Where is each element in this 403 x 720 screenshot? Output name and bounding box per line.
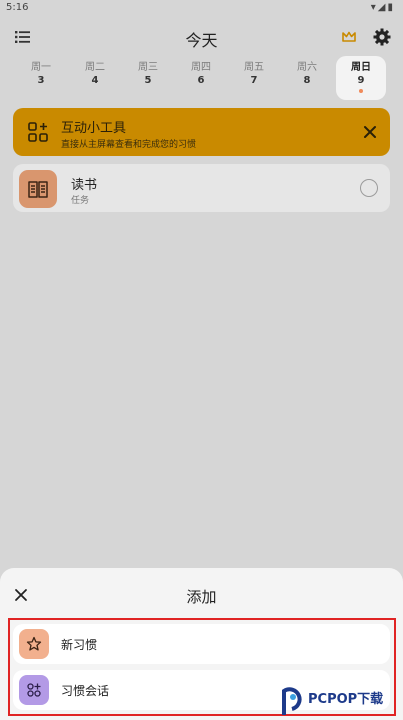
new-habit-label: 新习惯 [61,638,98,652]
watermark-text: PCPOP下载 [308,692,384,707]
day-name: 周三 [138,62,158,73]
day-thu[interactable]: 周四 6 [176,60,226,100]
day-sat[interactable]: 周六 8 [282,60,332,100]
habit-card[interactable]: 读书 任务 [13,164,390,212]
day-mon[interactable]: 周一 3 [16,60,66,100]
status-icons: ▾◢▮ [371,2,395,13]
banner-title: 互动小工具 [61,121,127,136]
day-name: 周日 [351,62,371,73]
premium-button[interactable] [340,28,358,46]
new-habit-option[interactable]: 新习惯 [13,624,390,664]
day-number: 3 [37,75,45,86]
book-icon [28,181,48,198]
day-number: 8 [303,75,311,86]
day-name: 周五 [244,62,264,73]
status-time: 5:16 [6,2,29,13]
sheet-title: 添加 [186,588,217,606]
widgets-icon [28,122,48,142]
habit-type: 任务 [71,196,90,206]
battery-icon: ▮ [387,2,395,13]
week-selector: 周一 3 周二 4 周三 5 周四 6 周五 7 周六 8 周日 9 [0,56,403,100]
day-tue[interactable]: 周二 4 [70,60,120,100]
top-bar: 今天 [0,22,403,54]
habit-session-icon-tile [19,675,49,705]
gear-icon [373,28,391,46]
close-icon [364,126,376,138]
habit-complete-checkbox[interactable] [360,179,378,197]
day-name: 周一 [31,62,51,73]
new-habit-icon-tile [19,629,49,659]
widget-promo-banner[interactable]: 互动小工具 直接从主屏幕查看和完成您的习惯 [13,108,390,156]
day-number: 7 [250,75,258,86]
day-wed[interactable]: 周三 5 [123,60,173,100]
apps-icon [27,683,41,697]
wifi-icon: ▾ [370,2,378,13]
day-number: 9 [357,75,365,86]
pcpop-watermark: PCPOP下载 [278,683,402,719]
day-number: 4 [91,75,99,86]
status-bar: 5:16 ▾◢▮ [0,0,403,16]
crown-icon [342,31,356,42]
banner-subtitle: 直接从主屏幕查看和完成您的习惯 [61,140,197,150]
day-name: 周六 [297,62,317,73]
day-sun-selected[interactable]: 周日 9 [336,56,386,100]
habit-session-label: 习惯会话 [61,684,110,698]
habit-name: 读书 [71,178,98,193]
settings-button[interactable] [372,27,392,47]
day-name: 周二 [85,62,105,73]
day-number: 5 [144,75,152,86]
banner-close-button[interactable] [360,122,380,142]
habit-icon-tile [19,170,57,208]
day-fri[interactable]: 周五 7 [229,60,279,100]
day-name: 周四 [191,62,211,73]
pcpop-logo-icon [282,687,302,715]
day-number: 6 [197,75,205,86]
star-icon [26,636,42,651]
today-dot [359,89,363,93]
